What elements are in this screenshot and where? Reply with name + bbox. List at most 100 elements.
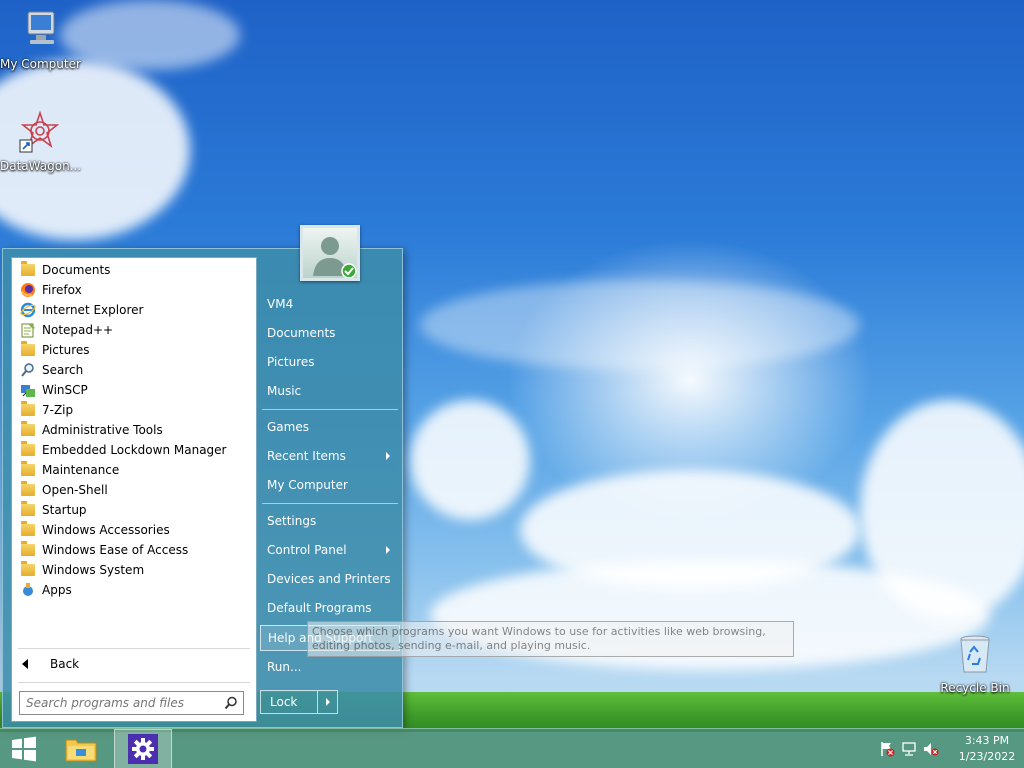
menu-item-label: Documents	[267, 326, 336, 340]
volume-muted-icon	[924, 743, 939, 756]
menu-item-devices-and-printers[interactable]: Devices and Printers	[260, 566, 400, 592]
pictures-icon	[20, 341, 36, 358]
desktop-icon-label: DataWagon...	[0, 159, 82, 173]
settings-gear-icon	[128, 734, 158, 764]
program-item-pictures[interactable]: Pictures	[12, 340, 256, 360]
menu-item-label: Run...	[267, 660, 302, 674]
shutdown-options-button[interactable]	[317, 691, 337, 713]
system-tray: 3:43 PM 1/23/2022	[876, 729, 1024, 768]
program-label: Search	[42, 363, 84, 377]
program-label: Documents	[42, 263, 111, 277]
taskbar-clock[interactable]: 3:43 PM 1/23/2022	[952, 733, 1022, 765]
program-item-windows-accessories[interactable]: Windows Accessories	[12, 520, 256, 540]
network-icon	[902, 742, 916, 756]
desktop-icon-label: Recycle Bin	[940, 681, 1010, 695]
program-label: Internet Explorer	[42, 303, 144, 317]
taskbar-settings[interactable]	[114, 729, 172, 768]
chevron-right-icon	[325, 698, 330, 706]
user-icon	[313, 237, 357, 279]
tray-volume[interactable]	[920, 729, 942, 768]
folder-icon	[20, 521, 36, 538]
menu-item-label: My Computer	[267, 478, 348, 492]
menu-item-control-panel[interactable]: Control Panel	[260, 537, 400, 563]
separator	[18, 648, 250, 649]
folder-icon	[20, 541, 36, 558]
menu-item-run[interactable]: Run...	[260, 654, 400, 680]
program-item-administrative-tools[interactable]: Administrative Tools	[12, 420, 256, 440]
recycle-bin-icon	[960, 635, 990, 673]
program-label: Windows Ease of Access	[42, 543, 189, 557]
lock-button[interactable]: Lock	[261, 695, 317, 709]
firefox-icon	[20, 282, 36, 298]
menu-item-label: Games	[267, 420, 309, 434]
menu-item-my-computer[interactable]: My Computer	[260, 472, 400, 498]
taskbar-file-explorer[interactable]	[56, 729, 106, 768]
program-item-search[interactable]: Search	[12, 360, 256, 380]
start-button[interactable]	[0, 729, 48, 768]
program-item-apps[interactable]: Apps	[12, 580, 256, 600]
program-item-startup[interactable]: Startup	[12, 500, 256, 520]
program-item-embedded-lockdown-manager[interactable]: Embedded Lockdown Manager	[12, 440, 256, 460]
program-item-windows-ease-of-access[interactable]: Windows Ease of Access	[12, 540, 256, 560]
tray-network[interactable]	[898, 729, 920, 768]
lock-button-group: Lock	[260, 690, 338, 714]
program-label: Startup	[42, 503, 87, 517]
submenu-arrow-icon	[386, 452, 390, 460]
folder-icon	[20, 441, 36, 458]
menu-item-pictures[interactable]: Pictures	[260, 349, 400, 375]
menu-item-label: Default Programs	[267, 601, 372, 615]
clock-time: 3:43 PM	[964, 734, 1010, 747]
program-item-7zip[interactable]: 7-Zip	[12, 400, 256, 420]
search-programs-input[interactable]	[26, 696, 216, 710]
program-item-open-shell[interactable]: Open-Shell	[12, 480, 256, 500]
program-item-firefox[interactable]: Firefox	[12, 280, 256, 300]
computer-icon	[27, 11, 55, 44]
file-explorer-icon	[65, 739, 97, 762]
folder-icon	[20, 481, 36, 498]
documents-icon	[20, 261, 36, 278]
back-label: Back	[50, 657, 80, 671]
program-item-maintenance[interactable]: Maintenance	[12, 460, 256, 480]
program-label: Apps	[42, 583, 72, 597]
menu-item-recent-items[interactable]: Recent Items	[260, 443, 400, 469]
program-label: Embedded Lockdown Manager	[42, 443, 227, 457]
separator	[262, 409, 398, 410]
separator	[18, 682, 250, 683]
back-button[interactable]: Back	[12, 654, 256, 674]
program-label: Windows Accessories	[42, 523, 170, 537]
program-item-internet-explorer[interactable]: Internet Explorer	[12, 300, 256, 320]
user-avatar[interactable]	[300, 225, 360, 281]
menu-item-label: Devices and Printers	[267, 572, 391, 586]
program-label: Administrative Tools	[42, 423, 163, 437]
folder-icon	[20, 561, 36, 578]
menu-item-label: Settings	[267, 514, 317, 528]
menu-item-music[interactable]: Music	[260, 378, 400, 404]
program-label: 7-Zip	[42, 403, 74, 417]
tray-action-center[interactable]	[876, 729, 898, 768]
menu-item-documents[interactable]: Documents	[260, 320, 400, 346]
desktop-icon-my-computer[interactable]: My Computer	[0, 8, 81, 71]
menu-item-label: Control Panel	[267, 543, 347, 557]
program-label: Pictures	[42, 343, 90, 357]
notepadpp-icon	[20, 322, 36, 338]
program-item-notepadpp[interactable]: Notepad++	[12, 320, 256, 340]
desktop-icon-datawagon[interactable]: DataWagon...	[0, 110, 82, 173]
search-icon[interactable]	[224, 696, 238, 710]
menu-item-label: VM4	[267, 297, 294, 311]
folder-icon	[20, 401, 36, 418]
menu-item-user[interactable]: VM4	[260, 291, 400, 317]
winscp-icon	[20, 382, 36, 398]
search-programs-box[interactable]	[19, 691, 244, 715]
program-item-documents[interactable]: Documents	[12, 260, 256, 280]
wallpaper-cloud	[60, 0, 240, 70]
menu-item-settings[interactable]: Settings	[260, 508, 400, 534]
menu-item-games[interactable]: Games	[260, 414, 400, 440]
clock-date: 1/23/2022	[958, 750, 1016, 763]
menu-item-default-programs[interactable]: Default Programs	[260, 595, 400, 621]
program-item-windows-system[interactable]: Windows System	[12, 560, 256, 580]
menu-item-label: Pictures	[267, 355, 315, 369]
windows-logo-icon	[12, 736, 36, 762]
wallpaper-cloud	[420, 280, 860, 370]
desktop-icon-recycle-bin[interactable]: Recycle Bin	[935, 632, 1015, 695]
program-item-winscp[interactable]: WinSCP	[12, 380, 256, 400]
